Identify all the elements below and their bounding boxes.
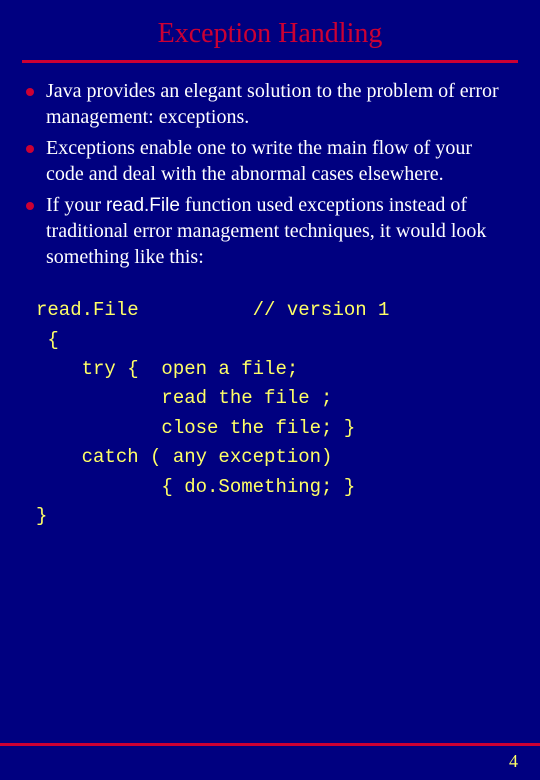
bullet-text: Java provides an elegant solution to the… [46,80,499,128]
bullet-item: Exceptions enable one to write the main … [24,136,512,187]
bullet-item: Java provides an elegant solution to the… [24,79,512,130]
title-divider [22,60,518,63]
bullet-text: Exceptions enable one to write the main … [46,137,472,185]
page-title: Exception Handling [22,18,518,50]
code-block: read.File // version 1 { try { open a fi… [36,296,518,532]
page-number: 4 [509,751,518,772]
code-line: } [36,505,47,527]
bullet-icon [26,145,34,153]
code-line: read the file ; [36,387,332,409]
bullet-text-pre: If your [46,194,106,216]
bullet-icon [26,88,34,96]
code-line: { [36,329,59,351]
code-line: read.File // version 1 [36,299,389,321]
bullet-text-fn: read.File [106,195,180,216]
code-line: catch ( any exception) [36,446,332,468]
code-line: close the file; } [36,417,355,439]
code-line: try { open a file; [36,358,298,380]
bullet-item: If your read.File function used exceptio… [24,193,512,270]
bullet-list: Java provides an elegant solution to the… [22,79,518,270]
slide: Exception Handling Java provides an eleg… [0,0,540,780]
bullet-icon [26,202,34,210]
code-line: { do.Something; } [36,476,355,498]
footer-divider [0,743,540,746]
